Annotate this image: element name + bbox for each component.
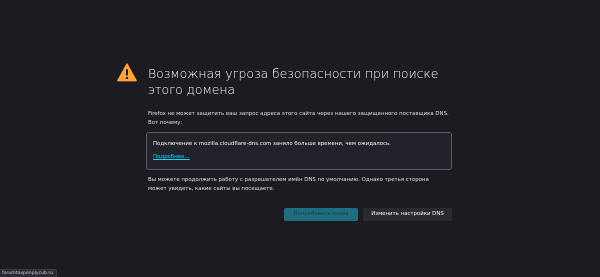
error-page: Возможная угроза безопасности при поиске… bbox=[0, 0, 600, 277]
status-bar-url: forumtaxpenplycub.ru bbox=[0, 269, 58, 277]
fallback-info-text: Вы можете продолжить работу с разрешател… bbox=[148, 177, 429, 192]
page-title: Возможная угроза безопасности при поиске… bbox=[148, 66, 439, 97]
learn-more-link[interactable]: Подробнее… bbox=[153, 154, 190, 161]
try-again-button[interactable]: Попробовать снова bbox=[284, 208, 358, 221]
error-details-box: Подключение к mozilla.cloudflare-dns.com… bbox=[146, 132, 452, 170]
warning-triangle-icon bbox=[117, 63, 137, 82]
change-dns-settings-button[interactable]: Изменить настройки DNS bbox=[363, 208, 452, 221]
try-again-button-label: Попробовать снова bbox=[293, 211, 349, 217]
error-details-message: Подключение к mozilla.cloudflare-dns.com… bbox=[153, 141, 391, 147]
error-description: Firefox не может защитить ваш запрос адр… bbox=[148, 111, 449, 126]
